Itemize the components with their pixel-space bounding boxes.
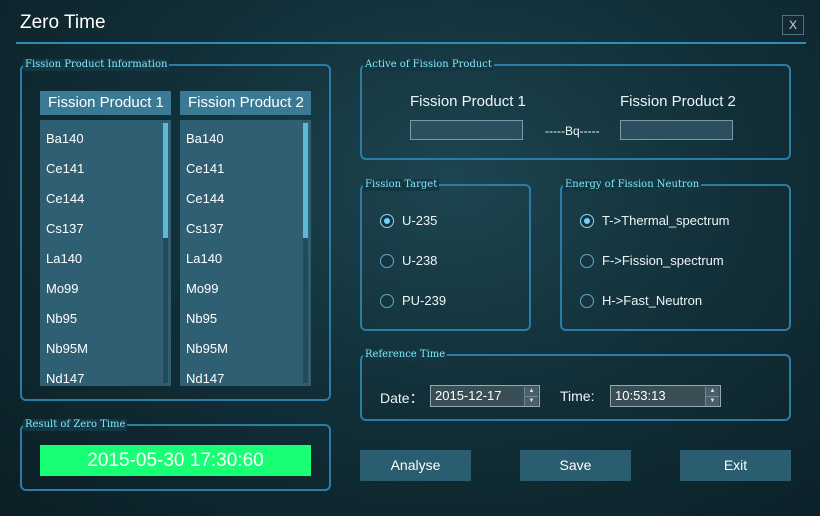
list-item[interactable]: Ce141 bbox=[180, 154, 311, 184]
radio-pu239[interactable]: PU-239 bbox=[380, 293, 446, 308]
list2-scroll-thumb[interactable] bbox=[303, 123, 308, 238]
product2-activity-input[interactable] bbox=[620, 120, 733, 140]
spin-up-icon[interactable]: ▲ bbox=[524, 387, 538, 396]
product1-activity-input[interactable] bbox=[410, 120, 523, 140]
bq-unit-label: -----Bq----- bbox=[545, 124, 600, 138]
radio-u235[interactable]: U-235 bbox=[380, 213, 437, 228]
list1-scrollbar[interactable] bbox=[163, 123, 168, 383]
radio-u238[interactable]: U-238 bbox=[380, 253, 437, 268]
product1-label: Fission Product 1 bbox=[410, 93, 526, 110]
date-value: 2015-12-17 bbox=[435, 388, 502, 403]
zero-time-result: 2015-05-30 17:30:60 bbox=[40, 445, 311, 476]
list-item[interactable]: Nb95 bbox=[40, 304, 171, 334]
list2-rows: Ba140 Ce141 Ce144 Cs137 La140 Mo99 Nb95 Nb95M Nd… bbox=[180, 124, 311, 386]
list-item[interactable]: La140 bbox=[40, 244, 171, 274]
radio-button-icon[interactable] bbox=[580, 293, 594, 308]
fission-product-2-list[interactable]: Ba140 Ce141 Ce144 Cs137 La140 Mo99 Nb95 Nb95M Nd… bbox=[180, 120, 311, 386]
list2-header: Fission Product 2 bbox=[180, 91, 311, 115]
list-item[interactable]: Ba140 bbox=[40, 124, 171, 154]
list-item[interactable]: Ce144 bbox=[40, 184, 171, 214]
radio-thermal[interactable]: T->Thermal_spectrum bbox=[580, 213, 730, 228]
save-button[interactable]: Save bbox=[520, 450, 631, 481]
radio-button-icon[interactable] bbox=[380, 213, 394, 228]
window-title: Zero Time bbox=[20, 12, 106, 33]
list-item[interactable]: Nb95M bbox=[180, 334, 311, 364]
list2-scrollbar[interactable] bbox=[303, 123, 308, 383]
radio-button-icon[interactable] bbox=[580, 253, 594, 268]
time-value: 10:53:13 bbox=[615, 388, 666, 403]
list-item[interactable]: Nb95M bbox=[40, 334, 171, 364]
exit-button[interactable]: Exit bbox=[680, 450, 791, 481]
date-spinbox[interactable]: 2015-12-17 ▲ ▼ bbox=[430, 385, 540, 407]
title-bar: Zero Time X bbox=[0, 0, 820, 44]
group-label-reference: Reference Time bbox=[363, 349, 448, 361]
list-item[interactable]: Nb95 bbox=[180, 304, 311, 334]
fission-product-1-list[interactable]: Ba140 Ce141 Ce144 Cs137 La140 Mo99 Nb95 Nb95M Nd… bbox=[40, 120, 171, 386]
time-spin-buttons[interactable]: ▲ ▼ bbox=[705, 387, 719, 406]
analyse-button[interactable]: Analyse bbox=[360, 450, 471, 481]
time-label: Time: bbox=[560, 388, 595, 404]
list-item[interactable]: Cs137 bbox=[180, 214, 311, 244]
list-item[interactable]: Nd147 bbox=[180, 364, 311, 386]
radio-button-icon[interactable] bbox=[580, 213, 594, 228]
time-spinbox[interactable]: 10:53:13 ▲ ▼ bbox=[610, 385, 721, 407]
radio-label-u235: U-235 bbox=[402, 213, 438, 228]
radio-fast[interactable]: H->Fast_Neutron bbox=[580, 293, 702, 308]
list1-header: Fission Product 1 bbox=[40, 91, 171, 115]
radio-button-icon[interactable] bbox=[380, 293, 394, 308]
group-label-result: Result of Zero Time bbox=[23, 419, 128, 431]
radio-label-thermal: T->Thermal_spectrum bbox=[602, 213, 730, 228]
group-label-active: Active of Fission Product bbox=[363, 59, 494, 71]
list-item[interactable]: Ba140 bbox=[180, 124, 311, 154]
spin-down-icon[interactable]: ▼ bbox=[705, 396, 719, 406]
product2-label: Fission Product 2 bbox=[620, 93, 736, 110]
title-divider bbox=[16, 42, 806, 44]
list1-scroll-thumb[interactable] bbox=[163, 123, 168, 238]
list1-rows: Ba140 Ce141 Ce144 Cs137 La140 Mo99 Nb95 Nb95M Nd… bbox=[40, 124, 171, 386]
date-label: Date： bbox=[380, 390, 424, 406]
spin-up-icon[interactable]: ▲ bbox=[705, 387, 719, 396]
list-item[interactable]: Mo99 bbox=[40, 274, 171, 304]
list-item[interactable]: Ce144 bbox=[180, 184, 311, 214]
radio-label-u238: U-238 bbox=[402, 253, 438, 268]
group-label-target: Fission Target bbox=[363, 179, 440, 191]
radio-label-pu239: PU-239 bbox=[402, 293, 447, 308]
active-fission-product-group: Active of Fission Product bbox=[360, 59, 791, 160]
list-item[interactable]: Cs137 bbox=[40, 214, 171, 244]
date-spin-buttons[interactable]: ▲ ▼ bbox=[524, 387, 538, 406]
list-item[interactable]: Ce141 bbox=[40, 154, 171, 184]
close-button[interactable]: X bbox=[782, 15, 804, 35]
radio-button-icon[interactable] bbox=[380, 253, 394, 268]
radio-fission[interactable]: F->Fission_spectrum bbox=[580, 253, 724, 268]
group-label-info: Fission Product Information bbox=[23, 59, 170, 71]
radio-label-fission: F->Fission_spectrum bbox=[602, 253, 724, 268]
spin-down-icon[interactable]: ▼ bbox=[524, 396, 538, 406]
group-label-energy: Energy of Fission Neutron bbox=[563, 179, 702, 191]
list-item[interactable]: Nd147 bbox=[40, 364, 171, 386]
list-item[interactable]: La140 bbox=[180, 244, 311, 274]
radio-label-fast: H->Fast_Neutron bbox=[602, 293, 703, 308]
list-item[interactable]: Mo99 bbox=[180, 274, 311, 304]
